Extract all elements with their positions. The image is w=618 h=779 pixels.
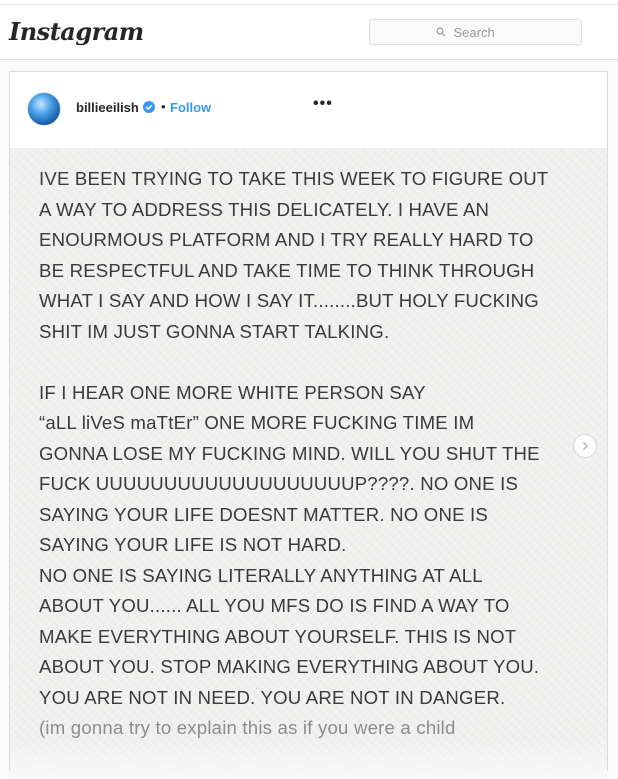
search-box[interactable] bbox=[369, 19, 582, 45]
username-link[interactable]: billieeilish bbox=[76, 100, 139, 115]
top-nav: Instagram bbox=[0, 5, 618, 60]
note-line: MAKE EVERYTHING ABOUT YOURSELF. THIS IS … bbox=[39, 625, 517, 647]
note-line: BE RESPECTFUL AND TAKE TIME TO THINK THR… bbox=[39, 259, 535, 281]
handwritten-note: IVE BEEN TRYING TO TAKE THIS WEEK TO FIG… bbox=[39, 164, 599, 744]
note-line: YOU ARE NOT IN NEED. YOU ARE NOT IN DANG… bbox=[39, 686, 506, 708]
note-line: A WAY TO ADDRESS THIS DELICATELY. I HAVE… bbox=[39, 198, 490, 220]
instagram-logo[interactable]: Instagram bbox=[9, 17, 144, 46]
note-line: GONNA LOSE MY FUCKING MIND. WILL YOU SHU… bbox=[39, 442, 540, 464]
note-line: SHIT IM JUST GONNA START TALKING. bbox=[39, 320, 390, 342]
note-line: SAYING YOUR LIFE DOESNT MATTER. NO ONE I… bbox=[39, 503, 489, 525]
chevron-right-icon bbox=[582, 441, 589, 451]
note-line: NO ONE IS SAYING LITERALLY ANYTHING AT A… bbox=[39, 564, 483, 586]
note-line: ABOUT YOU...... ALL YOU MFS DO IS FIND A… bbox=[39, 595, 510, 616]
note-line: FUCK UUUUUUUUUUUUUUUUUUUP????. NO ONE IS bbox=[39, 473, 519, 494]
post-header: billieeilish • Follow ••• bbox=[10, 72, 607, 149]
note-line: WHAT I SAY AND HOW I SAY IT........BUT H… bbox=[39, 290, 539, 311]
verified-badge-icon bbox=[143, 101, 155, 113]
post-card: billieeilish • Follow ••• IVE BEEN TRYIN… bbox=[9, 71, 608, 779]
search-icon bbox=[435, 27, 445, 37]
next-image-button[interactable] bbox=[573, 434, 597, 458]
more-options-icon[interactable]: ••• bbox=[313, 95, 333, 113]
note-line bbox=[39, 347, 599, 378]
avatar[interactable] bbox=[27, 92, 61, 126]
note-line: “aLL liVeS maTtEr” ONE MORE FUCKING TIME… bbox=[39, 412, 475, 433]
note-line: SAYING YOUR LIFE IS NOT HARD. bbox=[39, 534, 347, 555]
separator-dot: • bbox=[161, 99, 166, 114]
note-line: ENOURMOUS PLATFORM AND I TRY REALLY HARD… bbox=[39, 229, 534, 250]
note-line: IVE BEEN TRYING TO TAKE THIS WEEK TO FIG… bbox=[39, 168, 549, 189]
search-input[interactable] bbox=[451, 23, 516, 41]
note-line: IF I HEAR ONE MORE WHITE PERSON SAY bbox=[39, 381, 426, 403]
note-line: ABOUT YOU. STOP MAKING EVERYTHING ABOUT … bbox=[39, 656, 540, 677]
follow-button[interactable]: Follow bbox=[170, 100, 211, 115]
image-fade bbox=[10, 739, 607, 779]
post-image: IVE BEEN TRYING TO TAKE THIS WEEK TO FIG… bbox=[10, 149, 607, 779]
